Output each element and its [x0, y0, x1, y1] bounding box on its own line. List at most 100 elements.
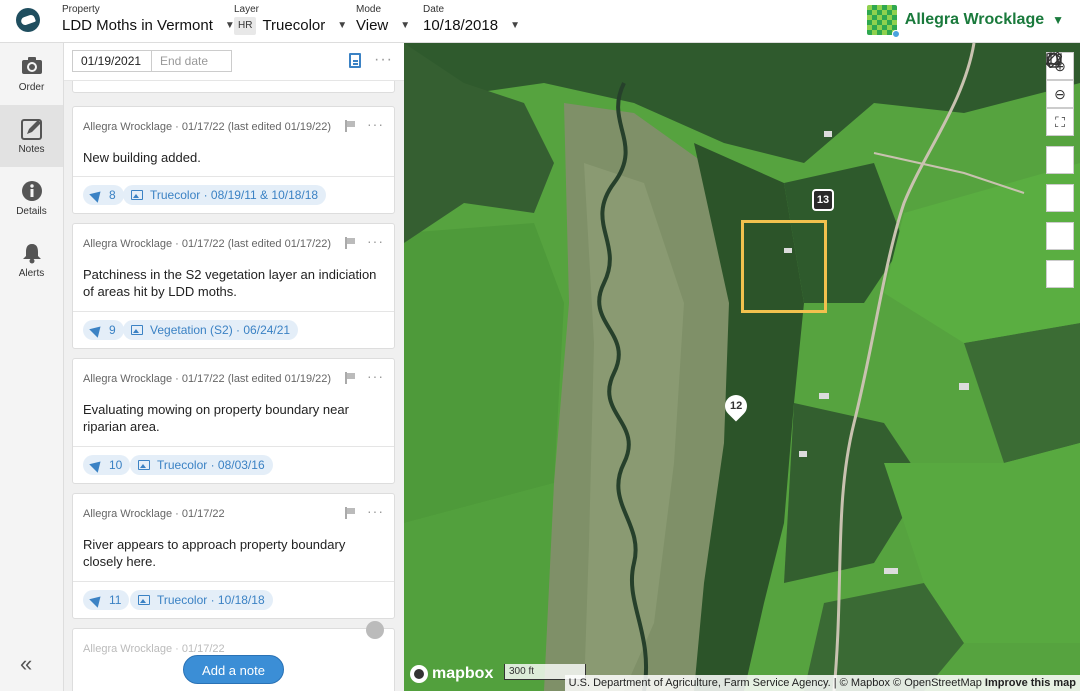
image-icon	[131, 190, 143, 200]
more-icon[interactable]: ···	[367, 368, 384, 384]
note-card[interactable]: Allegra Wrocklage · 01/17/22 (last edite…	[72, 358, 395, 484]
note-footer: 8 Truecolor · 08/19/11 & 10/18/18	[73, 176, 394, 213]
note-footer: 11 Truecolor · 10/18/18	[73, 581, 394, 618]
note-number-badge[interactable]: 9	[83, 320, 124, 340]
note-number-badge[interactable]: 8	[83, 185, 124, 205]
date-selector[interactable]: Date 10/18/2018 ▼	[423, 4, 520, 37]
layer-value: Truecolor	[262, 17, 326, 34]
note-layer-badge[interactable]: Truecolor · 08/19/11 & 10/18/18	[123, 185, 327, 205]
rail-label: Alerts	[18, 267, 45, 279]
chevron-down-icon: ▼	[1052, 13, 1064, 27]
note-card[interactable]: Allegra Wrocklage · 01/17/22 (last edite…	[72, 106, 395, 214]
user-menu[interactable]: Allegra Wrocklage ▼	[866, 5, 1064, 38]
mode-value: View	[356, 17, 389, 34]
notes-filter-bar: 01/19/2021 End date ···	[64, 43, 404, 81]
more-icon[interactable]: ···	[367, 233, 384, 249]
rail-label: Details	[16, 205, 47, 217]
image-icon	[138, 595, 150, 605]
mapbox-wordmark: mapbox	[432, 665, 494, 682]
note-meta: Allegra Wrocklage · 01/17/22 (last edite…	[83, 373, 332, 385]
camera-icon	[21, 56, 43, 78]
fit-extent-icon: ⛶	[1055, 113, 1065, 130]
note-card[interactable]: Allegra Wrocklage · 01/17/22 ··· River a…	[72, 493, 395, 619]
rail-label: Order	[18, 81, 45, 93]
map-imagery	[404, 43, 1080, 691]
end-date-field[interactable]: End date	[152, 50, 232, 72]
map-layers-button[interactable]	[1046, 52, 1074, 212]
date-label: Date	[423, 4, 445, 15]
left-rail: Order Notes Details Alerts «	[0, 43, 64, 691]
note-card[interactable]: Allegra Wrocklage · 01/17/22 (last edite…	[72, 223, 395, 349]
note-number: 9	[109, 323, 116, 337]
attribution-text: U.S. Department of Agriculture, Farm Ser…	[568, 677, 982, 689]
draw-polygon-button[interactable]	[1046, 52, 1074, 288]
mapbox-logo-icon	[410, 665, 428, 683]
more-icon[interactable]: ···	[367, 503, 384, 519]
collapse-icon[interactable]: «	[20, 651, 32, 677]
note-body: Evaluating mowing on property boundary n…	[83, 402, 349, 434]
flag-icon[interactable]	[345, 507, 355, 519]
note-layer: Truecolor · 08/19/11 & 10/18/18	[150, 188, 319, 202]
layer-selector[interactable]: Layer HR Truecolor ▼	[234, 4, 347, 37]
note-number: 10	[109, 458, 123, 472]
rail-label: Notes	[18, 143, 45, 155]
note-layer: Vegetation (S2) · 06/24/21	[150, 323, 291, 337]
note-layer-badge[interactable]: Truecolor · 08/03/16	[130, 455, 273, 475]
mode-selector[interactable]: Mode View ▼	[356, 4, 410, 37]
satellite-map[interactable]: 13 12 ⊕ ⊖ ⛶ mapbox 300 ft U.S. Departmen…	[404, 43, 1080, 691]
more-icon[interactable]: ···	[374, 51, 393, 69]
rail-item-alerts[interactable]: Alerts	[0, 229, 63, 291]
chevron-down-icon: ▼	[510, 20, 520, 31]
improve-map-link[interactable]: Improve this map	[985, 677, 1076, 689]
note-number: 8	[109, 188, 116, 202]
note-meta: Allegra Wrocklage · 01/17/22	[83, 508, 225, 520]
fit-extent-button[interactable]: ⛶	[1046, 108, 1074, 136]
rail-item-order[interactable]: Order	[0, 43, 63, 105]
location-arrow-icon	[89, 322, 105, 338]
top-bar: Property LDD Moths in Vermont ▼ Layer HR T…	[0, 0, 1080, 43]
rail-item-details[interactable]: Details	[0, 167, 63, 229]
location-arrow-icon	[89, 457, 105, 473]
scroll-handle[interactable]	[366, 621, 384, 639]
mode-label: Mode	[356, 4, 382, 15]
more-icon[interactable]: ···	[367, 116, 384, 132]
note-footer: 10 Truecolor · 08/03/16	[73, 446, 394, 483]
measure-button[interactable]	[1046, 52, 1074, 250]
note-meta: Allegra Wrocklage · 01/17/22 (last edite…	[83, 121, 332, 133]
area-of-interest-box[interactable]	[741, 220, 827, 313]
flag-icon[interactable]	[345, 372, 355, 384]
chevron-down-icon: ▼	[337, 20, 348, 31]
flag-icon[interactable]	[345, 237, 355, 249]
note-layer: Truecolor · 08/03/16	[157, 458, 265, 472]
app-logo-icon[interactable]	[16, 8, 40, 32]
hr-badge: HR	[234, 17, 257, 35]
note-meta: Allegra Wrocklage · 01/17/22	[83, 643, 225, 655]
location-arrow-icon	[89, 592, 105, 608]
start-date-field[interactable]: 01/19/2021	[72, 50, 152, 72]
note-number-badge[interactable]: 11	[83, 590, 130, 610]
add-note-button[interactable]: Add a note	[183, 655, 284, 684]
map-attribution: U.S. Department of Agriculture, Farm Ser…	[564, 675, 1080, 691]
mapbox-logo: mapbox	[410, 665, 493, 683]
note-footer: 9 Vegetation (S2) · 06/24/21	[73, 311, 394, 348]
note-marker-13[interactable]: 13	[812, 189, 834, 211]
note-layer-badge[interactable]: Vegetation (S2) · 06/24/21	[123, 320, 299, 340]
property-selector[interactable]: Property LDD Moths in Vermont ▼	[62, 4, 235, 37]
note-body: River appears to approach property bound…	[83, 537, 346, 569]
property-label: Property	[62, 4, 100, 15]
avatar	[866, 5, 900, 38]
perspective-button[interactable]	[1046, 53, 1074, 174]
zoom-out-button[interactable]: ⊖	[1046, 80, 1074, 108]
zoom-out-icon: ⊖	[1054, 85, 1066, 102]
note-body: Patchiness in the S2 vegetation layer an…	[83, 267, 377, 299]
rail-item-notes[interactable]: Notes	[0, 105, 63, 167]
note-layer-badge[interactable]: Truecolor · 10/18/18	[130, 590, 273, 610]
note-meta: Allegra Wrocklage · 01/17/22 (last edite…	[83, 238, 332, 250]
location-arrow-icon	[89, 187, 105, 203]
user-name: Allegra Wrocklage	[904, 11, 1045, 28]
document-icon[interactable]	[349, 53, 361, 68]
note-number-badge[interactable]: 10	[83, 455, 131, 475]
property-value: LDD Moths in Vermont	[62, 17, 213, 34]
flag-icon[interactable]	[345, 120, 355, 132]
image-icon	[131, 325, 143, 335]
